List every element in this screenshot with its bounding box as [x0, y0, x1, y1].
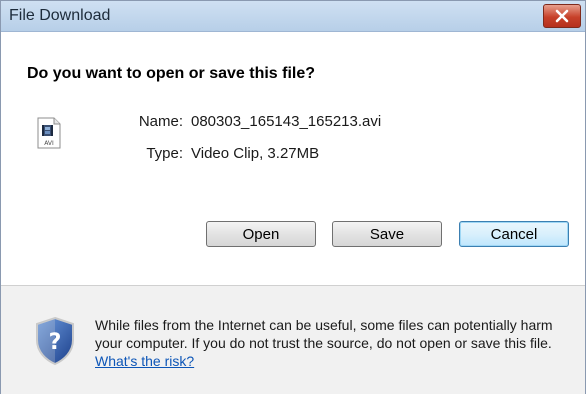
file-name-value: 080303_165143_165213.avi — [191, 113, 382, 130]
file-type-value: Video Clip, 3.27MB — [191, 145, 320, 162]
security-shield-icon: ? — [36, 316, 74, 366]
warning-message: While files from the Internet can be use… — [95, 317, 553, 351]
save-button[interactable]: Save — [332, 221, 442, 247]
svg-text:?: ? — [49, 330, 62, 355]
name-label: Name: — [138, 113, 183, 130]
window-title: File Download — [9, 7, 111, 24]
close-icon — [555, 9, 569, 23]
title-bar[interactable]: File Download — [1, 1, 585, 32]
question-heading: Do you want to open or save this file? — [27, 65, 316, 82]
file-download-dialog: File Download Do you want to open or sav… — [0, 0, 586, 394]
svg-text:AVI: AVI — [44, 140, 54, 147]
type-label: Type: — [146, 145, 183, 162]
close-button[interactable] — [543, 4, 581, 28]
security-warning-text: While files from the Internet can be use… — [95, 316, 573, 370]
whats-the-risk-link[interactable]: What's the risk? — [95, 353, 194, 369]
open-button[interactable]: Open — [206, 221, 316, 247]
avi-file-icon: AVI — [37, 117, 61, 149]
cancel-button[interactable]: Cancel — [459, 221, 569, 247]
security-warning-panel: ? While files from the Internet can be u… — [1, 285, 585, 394]
